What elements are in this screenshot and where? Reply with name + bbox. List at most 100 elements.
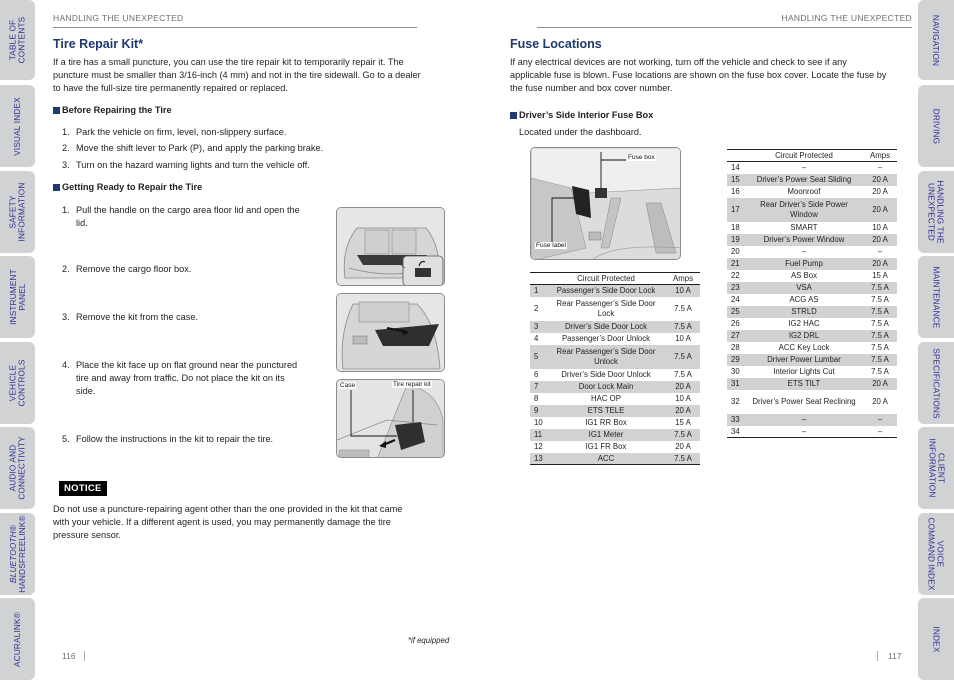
bullet-square-icon xyxy=(53,183,60,191)
tab-safety-information[interactable]: SAFETY INFORMATION xyxy=(0,171,35,253)
amps-cell: – xyxy=(863,425,897,438)
cargo-floor-box-drawing xyxy=(337,294,444,371)
running-head: HANDLING THE UNEXPECTED xyxy=(53,13,184,23)
left-page: HANDLING THE UNEXPECTED Tire Repair Kit*… xyxy=(35,0,460,680)
fuse-number-cell: 22 xyxy=(731,270,740,280)
step-item: 4. Place the kit face up on flat ground n… xyxy=(62,360,298,396)
tab-audio-connectivity[interactable]: AUDIO AND CONNECTIVITY xyxy=(0,427,35,509)
table-row: 21 Fuel Pump 20 A xyxy=(727,257,897,270)
amps-cell: 15 A xyxy=(872,270,888,280)
tab-acuralink[interactable]: ACURALINK® xyxy=(0,598,35,680)
tab-vehicle-controls[interactable]: VEHICLE CONTROLS xyxy=(0,342,35,424)
fuse-number-cell: 13 xyxy=(530,452,546,465)
table-row: 20 – – xyxy=(727,246,897,258)
fuse-number-cell: 27 xyxy=(727,329,745,342)
fuse-number-cell: 3 xyxy=(530,320,546,333)
fuse-number-cell: 33 xyxy=(727,413,745,426)
amps-cell: 20 A xyxy=(666,404,700,417)
amps-cell: 7.5 A xyxy=(863,281,897,294)
notice-badge: NOTICE xyxy=(59,481,107,496)
amps-cell: 7.5 A xyxy=(674,303,692,313)
circuit-cell: – xyxy=(801,246,807,256)
tab-label: DRIVING xyxy=(931,108,941,144)
tab-label: BLUETOOTH® HANDSFREELINK® xyxy=(8,515,27,593)
fuse-number-cell: 14 xyxy=(731,163,740,172)
page-number: 117 xyxy=(888,651,902,661)
intro-paragraph: If any electrical devices are not workin… xyxy=(510,57,887,93)
amps-cell: 7.5 A xyxy=(674,369,692,379)
table-row: 10 IG1 RR Box 15 A xyxy=(530,417,700,429)
bullet-square-icon xyxy=(53,106,60,114)
right-page: HANDLING THE UNEXPECTED Fuse Locations I… xyxy=(490,0,918,680)
tab-handling-the-unexpected[interactable]: HANDLING THE UNEXPECTED xyxy=(918,171,954,253)
fuse-number-cell: 21 xyxy=(727,257,745,270)
subheading-fuse-box: Driver’s Side Interior Fuse Box xyxy=(510,110,653,120)
tab-instrument-panel[interactable]: INSTRUMENT PANEL xyxy=(0,256,35,338)
cargo-lid-illustration xyxy=(336,207,445,286)
circuit-cell: Rear Passenger’s Side Door Lock xyxy=(556,299,656,318)
table-row: 23 VSA 7.5 A xyxy=(727,281,897,294)
fuse-number-cell: 18 xyxy=(731,222,740,232)
tab-label: TABLE OF CONTENTS xyxy=(8,16,27,64)
amps-cell: 20 A xyxy=(666,380,700,393)
fuse-number-cell: 23 xyxy=(727,281,745,294)
amps-cell: 20 A xyxy=(872,186,888,196)
fuse-number-cell: 30 xyxy=(731,366,740,376)
tab-visual-index[interactable]: VISUAL INDEX xyxy=(0,85,35,167)
circuit-cell: – xyxy=(745,413,863,426)
section-title: Tire Repair Kit* xyxy=(53,37,144,51)
amps-cell: 20 A xyxy=(863,197,897,222)
amps-cell: 7.5 A xyxy=(871,366,889,376)
tab-label: MAINTENANCE xyxy=(931,266,941,328)
tab-driving[interactable]: DRIVING xyxy=(918,85,954,167)
circuit-cell: – xyxy=(745,425,863,438)
circuit-cell: Fuel Pump xyxy=(745,257,863,270)
tab-label: SAFETY INFORMATION xyxy=(8,182,27,242)
right-section-tabs: NAVIGATION DRIVING HANDLING THE UNEXPECTE… xyxy=(918,0,954,680)
circuit-cell: IG1 RR Box xyxy=(585,417,627,427)
table-row: 29 Driver Power Lumbar 7.5 A xyxy=(727,353,897,366)
column-header-circuit: Circuit Protected xyxy=(745,149,863,162)
amps-cell: 7.5 A xyxy=(666,428,700,441)
table-row: 4 Passenger’s Door Unlock 10 A xyxy=(530,333,700,345)
circuit-cell: IG1 FR Box xyxy=(585,441,627,451)
table-row: 33– – xyxy=(727,413,897,426)
step-item: 3. Turn on the hazard warning lights and … xyxy=(62,160,310,170)
table-row: 2 Rear Passenger’s Side Door Lock 7.5 A xyxy=(530,297,700,321)
tab-table-of-contents[interactable]: TABLE OF CONTENTS xyxy=(0,0,35,80)
tab-maintenance[interactable]: MAINTENANCE xyxy=(918,256,954,338)
table-row: 26 IG2 HAC 7.5 A xyxy=(727,318,897,330)
fuse-number-cell: 15 xyxy=(727,173,745,186)
tab-label: INDEX xyxy=(931,625,941,653)
amps-cell: 20 A xyxy=(863,377,897,390)
fuse-number-cell: 8 xyxy=(534,393,539,403)
circuit-cell: HAC OP xyxy=(591,393,621,403)
amps-cell: 10 A xyxy=(872,222,888,232)
tab-specifications[interactable]: SPECIFICATIONS xyxy=(918,342,954,424)
header-rule xyxy=(537,27,912,28)
fuse-number-cell: 5 xyxy=(530,344,546,369)
table-row: 5 Rear Passenger’s Side Door Unlock 7.5 A xyxy=(530,344,700,369)
tab-voice-command-index[interactable]: VOICE COMMAND INDEX xyxy=(918,513,954,595)
tab-label: CLIENT INFORMATION xyxy=(927,438,945,498)
step-item: 1. Park the vehicle on firm, level, non-s… xyxy=(62,127,287,137)
table-row: 17 Rear Driver’s Side Power Window 20 A xyxy=(727,197,897,222)
tab-navigation[interactable]: NAVIGATION xyxy=(918,0,954,80)
amps-cell: 20 A xyxy=(872,396,888,406)
fuse-label-label: Fuse label xyxy=(535,242,567,249)
circuit-cell: ACC Key Lock xyxy=(778,342,830,352)
tab-client-information[interactable]: CLIENT INFORMATION xyxy=(918,427,954,509)
table-row: 32 Driver’s Power Seat Reclining 20 A xyxy=(727,390,897,414)
amps-cell: 7.5 A xyxy=(863,329,897,342)
circuit-cell: Driver’s Side Door Lock xyxy=(546,320,666,333)
left-section-tabs: TABLE OF CONTENTS VISUAL INDEX SAFETY INFO… xyxy=(0,0,35,680)
amps-cell: – xyxy=(877,163,883,172)
table-header-row: Circuit Protected Amps xyxy=(530,272,700,285)
tab-index[interactable]: INDEX xyxy=(918,598,954,680)
fuse-number-cell: 1 xyxy=(530,284,546,297)
tab-bluetooth-handsfreelink[interactable]: BLUETOOTH® HANDSFREELINK® xyxy=(0,513,35,595)
table-row: 16 Moonroof 20 A xyxy=(727,186,897,198)
amps-cell: 7.5 A xyxy=(666,452,700,465)
fuse-number-cell: 6 xyxy=(534,369,539,379)
amps-cell: 20 A xyxy=(863,173,897,186)
